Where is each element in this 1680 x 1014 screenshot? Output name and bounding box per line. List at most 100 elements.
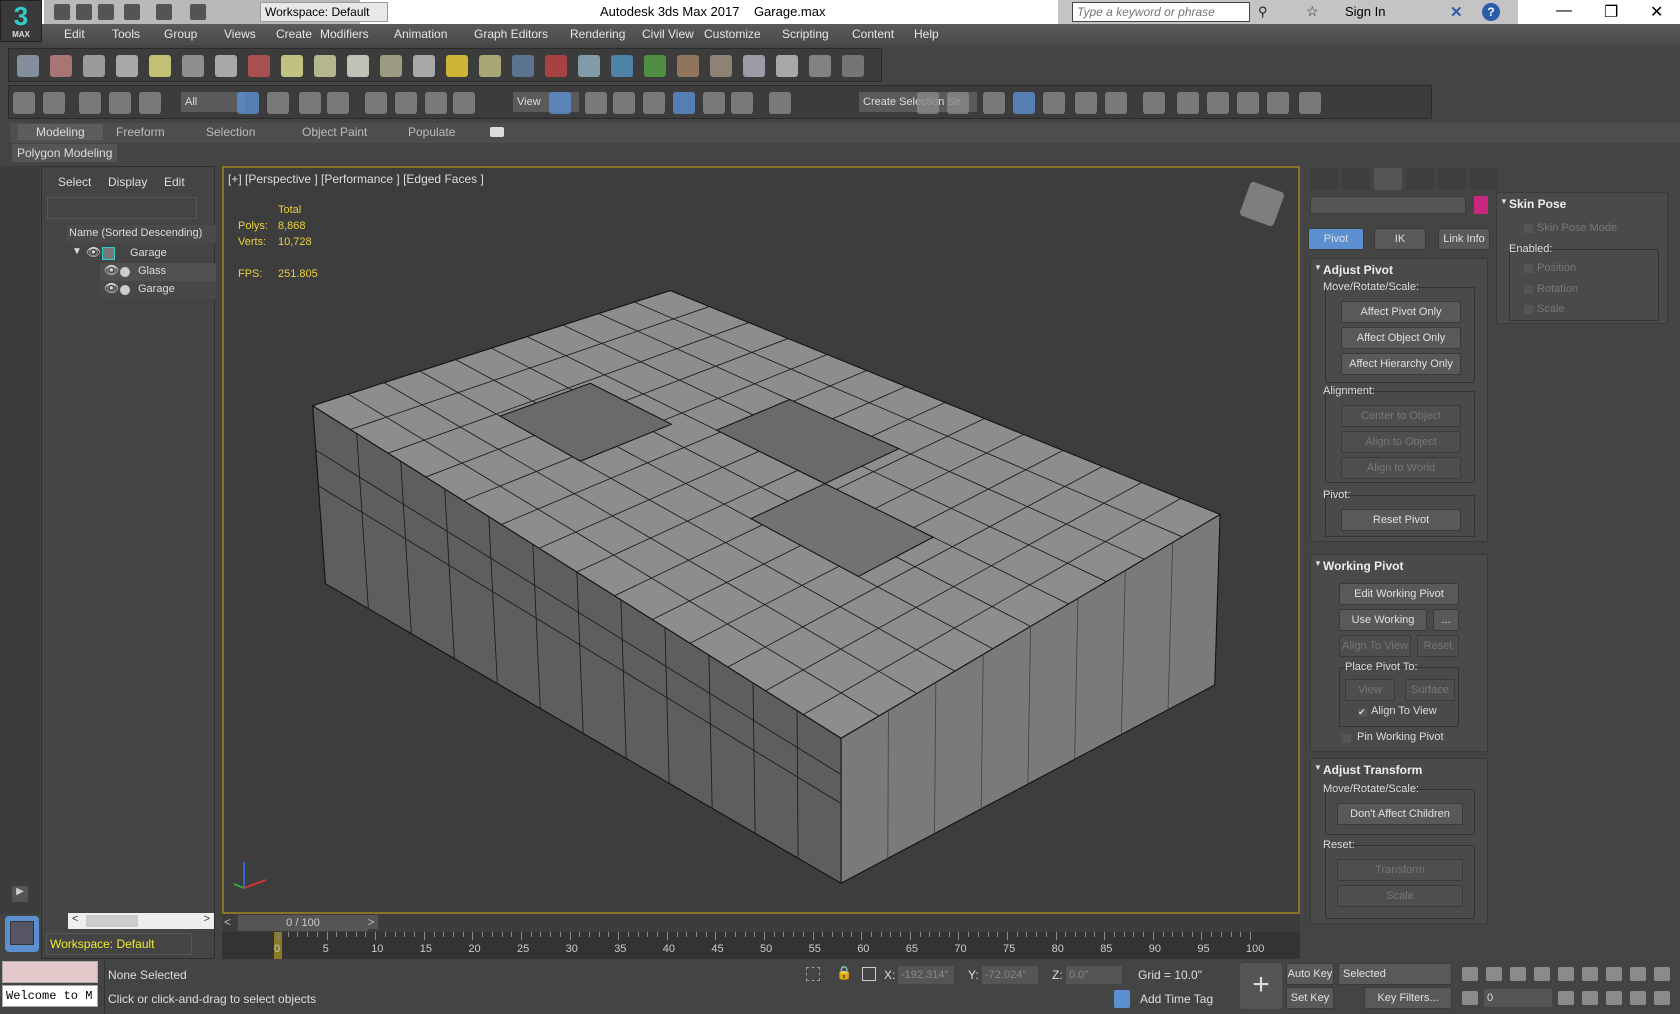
zoom-all-icon[interactable] <box>1606 967 1622 981</box>
application-button[interactable]: 3 MAX <box>0 0 42 42</box>
align-to-view-button[interactable]: Align To View <box>1339 635 1411 657</box>
explorer-search-input[interactable] <box>47 197 197 219</box>
ribbon-tab-freeform[interactable]: Freeform <box>116 125 165 139</box>
select-by-name-icon[interactable] <box>267 92 289 114</box>
ox-icon[interactable] <box>710 55 732 77</box>
collapse-triangle-icon[interactable]: ▼ <box>1500 197 1508 206</box>
undo-icon[interactable] <box>124 4 140 20</box>
explorer-horizontal-scrollbar[interactable]: < > <box>68 913 214 929</box>
time-slider[interactable]: < 0 / 100 > <box>222 914 1300 932</box>
key-mode-dropdown[interactable]: Selected <box>1338 963 1452 985</box>
dome-icon[interactable] <box>314 55 336 77</box>
sun-icon[interactable] <box>446 55 468 77</box>
spinner-snap-icon[interactable] <box>731 92 753 114</box>
menu-customize[interactable]: Customize <box>704 27 761 41</box>
ribbon-tab-selection[interactable]: Selection <box>206 125 255 139</box>
zoom-extents-icon[interactable] <box>1630 967 1646 981</box>
select-object-icon[interactable] <box>237 92 259 114</box>
schematic-icon[interactable] <box>1105 92 1127 114</box>
skin-pose-mode-checkbox[interactable] <box>1523 223 1534 234</box>
visibility-eye-icon[interactable]: 👁 <box>104 281 119 295</box>
scroll-right-icon[interactable]: > <box>204 913 210 925</box>
shade-sphere-icon[interactable] <box>743 55 765 77</box>
menu-tools[interactable]: Tools <box>112 27 140 41</box>
go-to-end-icon[interactable] <box>1558 967 1574 981</box>
visibility-eye-icon[interactable]: 👁 <box>86 245 101 259</box>
pin-working-pivot-checkbox[interactable] <box>1341 733 1352 744</box>
menu-rendering[interactable]: Rendering <box>570 27 625 41</box>
menu-create[interactable]: Create <box>276 27 312 41</box>
save-icon[interactable] <box>98 4 114 20</box>
menu-edit[interactable]: Edit <box>64 27 85 41</box>
selection-filter-dropdown[interactable]: All <box>181 92 245 112</box>
expand-arrow-icon[interactable]: ▶ <box>12 886 28 902</box>
open-file-icon[interactable] <box>76 4 92 20</box>
tree-item-garage[interactable]: 👁 Garage <box>100 281 216 299</box>
material-grid-icon[interactable] <box>776 55 798 77</box>
tree-item-garage-group[interactable]: ▼ 👁 Garage <box>70 245 216 263</box>
isolate-selection-icon[interactable] <box>806 967 820 981</box>
manipulate-icon[interactable] <box>585 92 607 114</box>
play-icon[interactable] <box>1510 967 1526 981</box>
pan-icon[interactable] <box>1606 991 1622 1005</box>
place-surface-button[interactable]: Surface <box>1405 679 1455 701</box>
reset-pivot-button[interactable]: Reset Pivot <box>1341 509 1461 531</box>
minimize-button[interactable]: — <box>1556 2 1572 20</box>
zoom-extents-all-icon[interactable] <box>1654 967 1670 981</box>
reset-working-pivot-button[interactable]: Reset <box>1417 635 1459 657</box>
menu-modifiers[interactable]: Modifiers <box>320 27 369 41</box>
reset-transform-button[interactable]: Transform <box>1337 859 1463 881</box>
current-frame-field[interactable]: 0 <box>1484 989 1552 1007</box>
collapse-triangle-icon[interactable]: ▼ <box>1314 763 1322 772</box>
working-pivot-options-button[interactable]: ... <box>1433 609 1459 631</box>
teapot-icon[interactable] <box>17 55 39 77</box>
position-checkbox[interactable] <box>1523 263 1534 274</box>
viewport-layout-icon[interactable] <box>1299 92 1321 114</box>
maximize-viewport-icon[interactable] <box>1654 991 1670 1005</box>
teapot-mesh-icon[interactable] <box>380 55 402 77</box>
workspace-dropdown[interactable]: Workspace: Default <box>260 2 388 22</box>
time-tag-icon[interactable] <box>1114 990 1130 1008</box>
align-to-object-button[interactable]: Align to Object <box>1341 431 1461 453</box>
subtab-pivot[interactable]: Pivot <box>1308 228 1364 250</box>
maxscript-listener-input[interactable] <box>2 961 98 983</box>
edit-named-sel-icon[interactable] <box>769 92 791 114</box>
affect-pivot-only-button[interactable]: Affect Pivot Only <box>1341 301 1461 323</box>
create-icon[interactable] <box>1310 168 1338 190</box>
rollout-title[interactable]: Adjust Transform <box>1323 763 1422 777</box>
use-working-pivot-button[interactable]: Use Working Pivot <box>1339 609 1427 646</box>
go-to-start-icon[interactable] <box>1462 967 1478 981</box>
key-filters-button[interactable]: Key Filters... <box>1364 987 1452 1009</box>
material-icon[interactable] <box>215 55 237 77</box>
y-coordinate-field[interactable]: -72.024" <box>982 966 1038 984</box>
hair-icon[interactable] <box>677 55 699 77</box>
scene-explorer-icon[interactable] <box>83 55 105 77</box>
rotation-checkbox[interactable] <box>1523 284 1534 295</box>
move-icon[interactable] <box>365 92 387 114</box>
align-to-world-button[interactable]: Align to World <box>1341 457 1461 479</box>
place-view-button[interactable]: View <box>1345 679 1395 701</box>
cone-icon[interactable] <box>413 55 435 77</box>
keyboard-shortcut-icon[interactable] <box>613 92 635 114</box>
snap-3d-icon[interactable] <box>643 92 665 114</box>
curve-editor-icon[interactable] <box>1075 92 1097 114</box>
menu-help[interactable]: Help <box>914 27 939 41</box>
redo-icon[interactable] <box>156 4 172 20</box>
sign-in-button[interactable]: Sign In <box>1345 4 1385 19</box>
hierarchy-icon[interactable] <box>1374 168 1402 190</box>
x-coordinate-field[interactable]: -192.314" <box>898 966 954 984</box>
layer-toggle-icon[interactable] <box>983 92 1005 114</box>
menu-content[interactable]: Content <box>852 27 894 41</box>
utilities-icon[interactable] <box>1470 168 1498 190</box>
ribbon-tab-modeling[interactable]: Modeling <box>18 124 103 140</box>
layer-explorer-icon[interactable] <box>116 55 138 77</box>
ribbon-icon[interactable] <box>1013 92 1035 114</box>
unlink-icon[interactable] <box>109 92 131 114</box>
restore-button[interactable]: ❐ <box>1604 2 1618 22</box>
ribbon-options-icon[interactable] <box>490 127 504 137</box>
project-folder-icon[interactable] <box>190 4 206 20</box>
reset-scale-button[interactable]: Scale <box>1337 885 1463 907</box>
explorer-tab-display[interactable]: Display <box>108 175 147 189</box>
selection-lock-icon[interactable]: 🔒 <box>836 965 852 981</box>
scroll-left-icon[interactable]: < <box>72 913 78 925</box>
